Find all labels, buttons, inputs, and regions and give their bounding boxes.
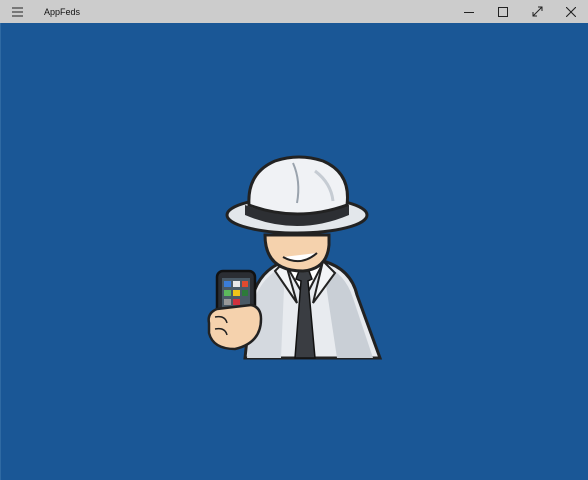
restore-icon — [498, 6, 508, 17]
splash-logo — [205, 153, 385, 368]
hamburger-menu-icon[interactable] — [0, 0, 36, 23]
close-icon — [566, 6, 576, 17]
window-title: AppFeds — [44, 6, 81, 17]
title-bar[interactable]: AppFeds — [0, 0, 588, 23]
content-area — [0, 23, 588, 480]
minimize-icon — [464, 11, 474, 13]
spy-with-phone-icon — [207, 155, 383, 360]
restore-button[interactable] — [486, 0, 520, 23]
window-controls — [452, 0, 588, 23]
fullscreen-button[interactable] — [520, 0, 554, 23]
app-window: AppFeds — [0, 0, 588, 480]
minimize-button[interactable] — [452, 0, 486, 23]
fullscreen-icon — [532, 6, 542, 17]
close-button[interactable] — [554, 0, 588, 23]
